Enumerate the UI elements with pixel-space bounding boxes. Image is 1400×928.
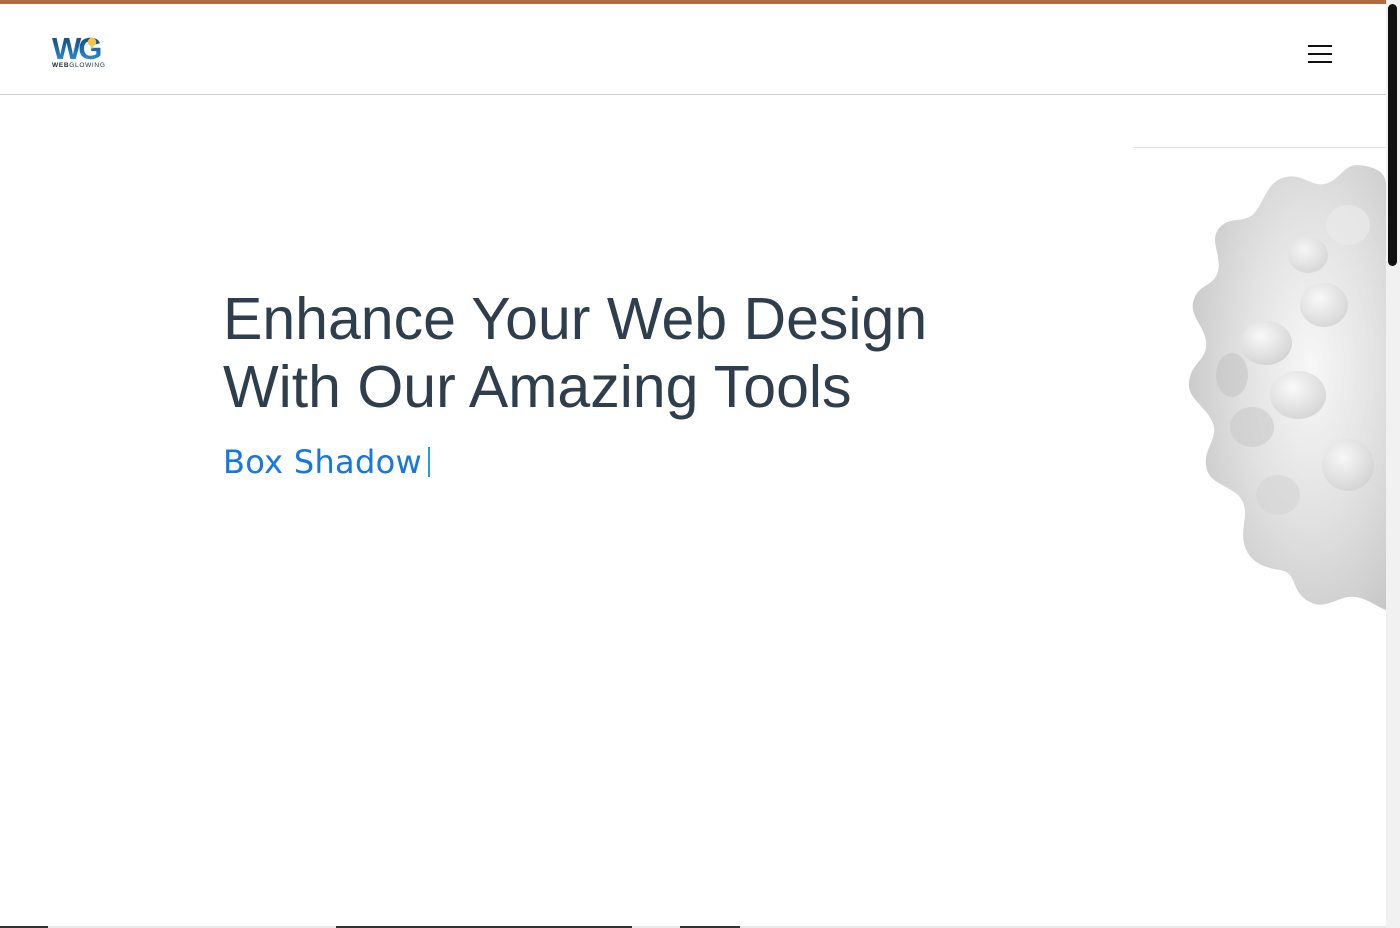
hero-headline-line-2: With Our Amazing Tools xyxy=(223,354,852,420)
typed-text: Box Shadow xyxy=(223,443,422,481)
bulb-icon xyxy=(87,37,97,47)
hamburger-menu-icon xyxy=(1308,45,1332,47)
hero-headline: Enhance Your Web Design With Our Amazing… xyxy=(223,285,983,421)
hero-section: Enhance Your Web Design With Our Amazing… xyxy=(0,95,1386,928)
logo-wordmark-light: GLOWING xyxy=(69,62,106,69)
typing-cursor xyxy=(427,447,430,477)
site-header: WG WEBGLOWING xyxy=(0,4,1386,95)
blob-sphere-image xyxy=(1188,165,1386,610)
hero-divider xyxy=(1133,147,1386,148)
site-logo[interactable]: WG WEBGLOWING xyxy=(52,32,114,72)
hero-headline-line-1: Enhance Your Web Design xyxy=(223,286,928,352)
logo-mark-icon: WG xyxy=(52,32,104,62)
menu-toggle-button[interactable] xyxy=(1305,42,1335,66)
logo-wordmark-bold: WEB xyxy=(52,62,70,69)
logo-wordmark: WEBGLOWING xyxy=(52,62,114,69)
typed-tool-name: Box Shadow xyxy=(223,440,430,484)
page: WG WEBGLOWING Enhance Your Web Design Wi… xyxy=(0,0,1400,928)
logo-mark-text: WG xyxy=(52,32,101,62)
scrollbar-thumb[interactable] xyxy=(1388,4,1397,266)
